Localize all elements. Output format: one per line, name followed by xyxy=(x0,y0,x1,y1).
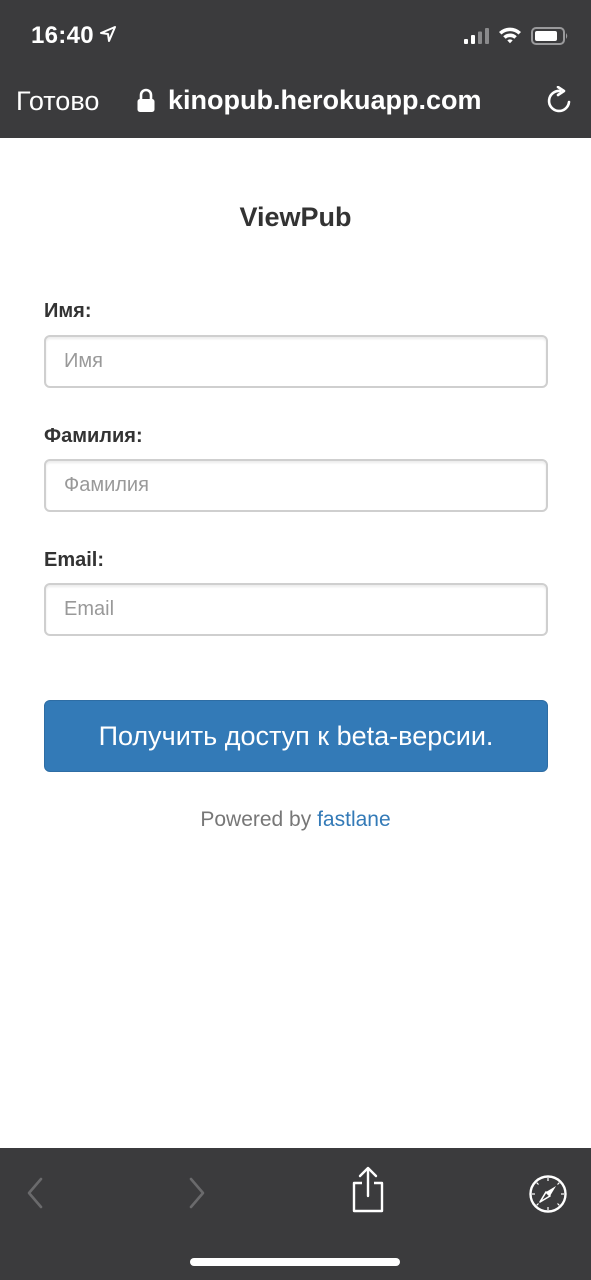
status-time: 16:40 xyxy=(31,22,94,49)
page-content: ViewPub Имя: Фамилия: Email: Получить до… xyxy=(0,138,591,1148)
url-text[interactable]: kinopub.herokuapp.com xyxy=(168,85,482,116)
wifi-icon xyxy=(499,27,521,44)
email-label: Email: xyxy=(44,549,105,571)
share-icon[interactable] xyxy=(350,1166,386,1214)
page-title: ViewPub xyxy=(239,202,352,232)
get-beta-access-button[interactable]: Получить доступ к beta-версии. xyxy=(44,700,548,772)
reload-icon[interactable] xyxy=(545,86,575,116)
browser-url-bar: Готово kinopub.herokuapp.com xyxy=(0,70,591,138)
email-input[interactable] xyxy=(44,583,548,636)
done-button[interactable]: Готово xyxy=(16,86,99,117)
battery-icon xyxy=(531,27,568,45)
last-name-input[interactable] xyxy=(44,459,548,512)
home-indicator xyxy=(190,1258,400,1266)
fastlane-link[interactable]: fastlane xyxy=(317,808,391,831)
forward-arrow-icon[interactable] xyxy=(186,1176,208,1210)
powered-by: Powered by fastlane xyxy=(0,808,591,832)
back-arrow-icon[interactable] xyxy=(24,1176,46,1210)
lock-icon xyxy=(137,88,155,112)
status-bar: 16:40 xyxy=(0,0,591,70)
first-name-label: Имя: xyxy=(44,300,92,322)
first-name-input[interactable] xyxy=(44,335,548,388)
last-name-label: Фамилия: xyxy=(44,425,143,447)
compass-icon[interactable] xyxy=(528,1174,568,1214)
location-arrow-icon xyxy=(100,26,116,42)
powered-by-prefix: Powered by xyxy=(200,808,312,831)
cellular-signal-icon xyxy=(464,28,489,44)
browser-toolbar xyxy=(0,1148,591,1280)
